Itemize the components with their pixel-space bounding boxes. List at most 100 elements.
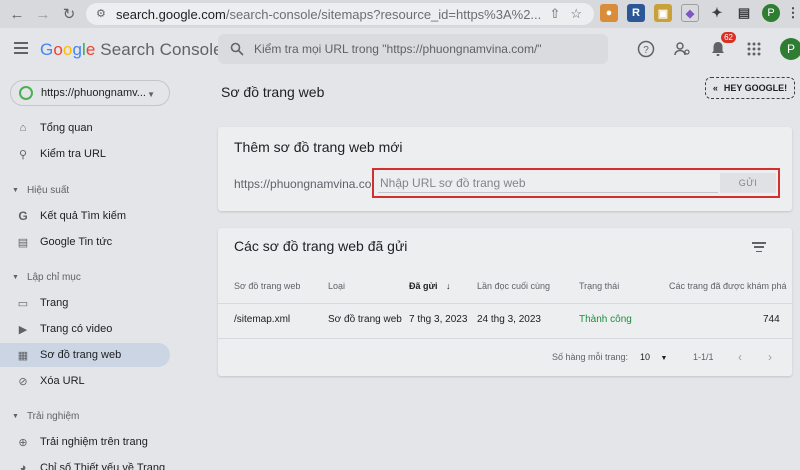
collapse-triangle-icon: ▼ bbox=[12, 413, 19, 420]
header-divider bbox=[218, 303, 792, 304]
url-host: search.google.com bbox=[116, 6, 226, 22]
extension-icon-1[interactable]: ● bbox=[600, 4, 618, 22]
column-header-label: Đã gửi bbox=[409, 281, 438, 291]
video-page-icon: ▶ bbox=[18, 323, 28, 336]
add-sitemap-card: Thêm sơ đồ trang web mới https://phuongn… bbox=[218, 127, 792, 211]
column-header-sitemap[interactable]: Sơ đồ trang web bbox=[234, 281, 300, 291]
double-chevron-left-icon: « bbox=[712, 83, 718, 93]
app-header: Google Search Console Kiểm tra mọi URL t… bbox=[0, 28, 800, 72]
sidebar: https://phuongnamv... ▼ ⌂ Tổng quan ⚲ Ki… bbox=[0, 72, 176, 470]
sidebar-item-label: Trải nghiệm trên trang bbox=[40, 436, 148, 448]
sidebar-item-core-web-vitals[interactable]: ◕ Chỉ số Thiết yếu về Trang bbox=[0, 456, 170, 470]
sidebar-item-search-results[interactable]: G Kết quả Tìm kiếm bbox=[0, 204, 170, 228]
notification-badge: 62 bbox=[721, 32, 736, 43]
extension-icon-2[interactable]: ▣ bbox=[654, 4, 672, 22]
sitemap-input-highlight: GỬI bbox=[372, 168, 780, 198]
help-icon[interactable]: ? bbox=[636, 39, 656, 59]
add-sitemap-title: Thêm sơ đồ trang web mới bbox=[234, 139, 403, 155]
sitemap-url-prefix: https://phuongnamvina.com/ bbox=[234, 177, 385, 191]
property-label: https://phuongnamv... bbox=[41, 87, 146, 99]
collapse-triangle-icon: ▼ bbox=[12, 274, 19, 281]
pages-icon: ▭ bbox=[17, 297, 29, 310]
sidebar-item-label: Kết quả Tìm kiếm bbox=[40, 210, 126, 222]
sort-arrow-down-icon: ↓ bbox=[446, 281, 451, 291]
sidebar-item-removals[interactable]: ⊘ Xóa URL bbox=[0, 369, 170, 393]
puzzle-extensions-icon[interactable]: ✦ bbox=[708, 4, 726, 22]
share-icon[interactable]: ⇧ bbox=[549, 6, 560, 22]
brand-suffix: Search Console bbox=[100, 40, 223, 59]
sidebar-item-video-pages[interactable]: ▶ Trang có video bbox=[0, 317, 170, 341]
section-label: Lập chỉ mục bbox=[26, 272, 81, 283]
sidepanel-icon[interactable]: ▤ bbox=[735, 4, 753, 22]
home-icon: ⌂ bbox=[19, 122, 27, 134]
submitted-sitemaps-title: Các sơ đồ trang web đã gửi bbox=[234, 238, 408, 254]
rows-per-page-value: 10 bbox=[640, 352, 651, 362]
row-divider bbox=[218, 338, 792, 339]
search-icon bbox=[230, 42, 244, 56]
r-extension-icon[interactable]: R bbox=[627, 4, 645, 22]
search-icon: ⚲ bbox=[18, 148, 28, 161]
column-header-status[interactable]: Trạng thái bbox=[579, 281, 619, 291]
sidebar-item-pages[interactable]: ▭ Trang bbox=[0, 291, 170, 315]
next-page-icon[interactable]: › bbox=[768, 350, 772, 364]
filter-icon[interactable] bbox=[752, 242, 766, 252]
cell-status: Thành công bbox=[579, 314, 632, 325]
sidebar-item-google-news[interactable]: ▤ Google Tin tức bbox=[0, 230, 170, 254]
submitted-sitemaps-card: Các sơ đồ trang web đã gửi Sơ đồ trang w… bbox=[218, 228, 792, 376]
sidebar-item-label: Trang bbox=[40, 297, 69, 309]
column-header-last-read[interactable]: Lần đọc cuối cùng bbox=[477, 281, 550, 291]
section-experience[interactable]: ▼ Trải nghiệm bbox=[12, 411, 79, 422]
column-header-discovered[interactable]: Các trang đã được khám phá bbox=[669, 281, 787, 291]
column-header-type[interactable]: Loại bbox=[328, 281, 345, 291]
rows-per-page-select[interactable]: 10 ▼ bbox=[640, 352, 667, 362]
submit-sitemap-button[interactable]: GỬI bbox=[720, 173, 776, 193]
hey-google-label: HEY GOOGLE! bbox=[723, 83, 788, 93]
sidebar-item-label: Sơ đồ trang web bbox=[40, 349, 122, 361]
plus-circle-icon: ⊕ bbox=[18, 436, 28, 449]
site-info-icon[interactable]: ⚙ bbox=[96, 7, 110, 21]
section-performance[interactable]: ▼ Hiệu suất bbox=[12, 185, 69, 196]
section-indexing[interactable]: ▼ Lập chỉ mục bbox=[12, 272, 81, 283]
sidebar-item-sitemaps[interactable]: ▦ Sơ đồ trang web bbox=[0, 343, 170, 367]
reload-icon[interactable]: ↻ bbox=[58, 3, 80, 25]
hey-google-button[interactable]: « HEY GOOGLE! bbox=[705, 77, 795, 99]
back-icon[interactable]: ← bbox=[6, 3, 28, 25]
pagination-range: 1-1/1 bbox=[693, 352, 714, 362]
previous-page-icon[interactable]: ‹ bbox=[738, 350, 742, 364]
google-g-icon: G bbox=[18, 209, 28, 223]
property-selector[interactable]: https://phuongnamv... ▼ bbox=[10, 80, 170, 106]
sidebar-item-overview[interactable]: ⌂ Tổng quan bbox=[0, 116, 170, 140]
bookmark-star-icon[interactable]: ☆ bbox=[570, 6, 582, 22]
section-label: Trải nghiệm bbox=[26, 411, 80, 422]
news-icon: ▤ bbox=[17, 236, 29, 249]
url-inspection-search[interactable]: Kiểm tra mọi URL trong "https://phuongna… bbox=[218, 34, 608, 64]
account-avatar[interactable]: P bbox=[780, 38, 800, 60]
sitemap-url-input[interactable] bbox=[378, 173, 718, 193]
property-status-icon bbox=[19, 86, 33, 100]
forward-icon[interactable]: → bbox=[32, 3, 54, 25]
sidebar-item-label: Xóa URL bbox=[40, 375, 85, 387]
notifications-icon[interactable]: 62 bbox=[708, 32, 736, 59]
gauge-icon: ◕ bbox=[19, 462, 27, 470]
column-header-submitted[interactable]: Đã gửi ↓ bbox=[409, 281, 451, 291]
dropdown-triangle-icon: ▼ bbox=[660, 355, 668, 362]
search-console-logo[interactable]: Google Search Console bbox=[40, 40, 223, 60]
sidebar-item-url-inspection[interactable]: ⚲ Kiểm tra URL bbox=[0, 142, 170, 166]
eye-off-icon: ⊘ bbox=[18, 375, 28, 388]
page-title: Sơ đồ trang web bbox=[221, 84, 325, 100]
browser-profile-avatar[interactable]: P bbox=[762, 4, 780, 22]
main-menu-icon[interactable] bbox=[14, 42, 28, 54]
shield-extension-icon[interactable]: ◆ bbox=[681, 4, 699, 22]
apps-grid-icon[interactable] bbox=[744, 39, 764, 59]
rows-per-page-label: Số hàng mỗi trang: bbox=[552, 352, 629, 362]
browser-menu-icon[interactable]: ⋮ bbox=[787, 4, 800, 22]
address-bar[interactable]: ⚙ search.google.com/search-console/sitem… bbox=[86, 3, 594, 25]
sidebar-item-label: Google Tin tức bbox=[40, 236, 113, 248]
manage-users-icon[interactable] bbox=[672, 39, 692, 59]
search-placeholder: Kiểm tra mọi URL trong "https://phuongna… bbox=[254, 42, 542, 56]
cell-submitted: 7 thg 3, 2023 bbox=[409, 314, 468, 325]
cell-last-read: 24 thg 3, 2023 bbox=[477, 314, 541, 325]
sidebar-item-label: Tổng quan bbox=[40, 122, 93, 134]
sitemap-icon: ▦ bbox=[17, 349, 29, 362]
sidebar-item-page-experience[interactable]: ⊕ Trải nghiệm trên trang bbox=[0, 430, 170, 454]
